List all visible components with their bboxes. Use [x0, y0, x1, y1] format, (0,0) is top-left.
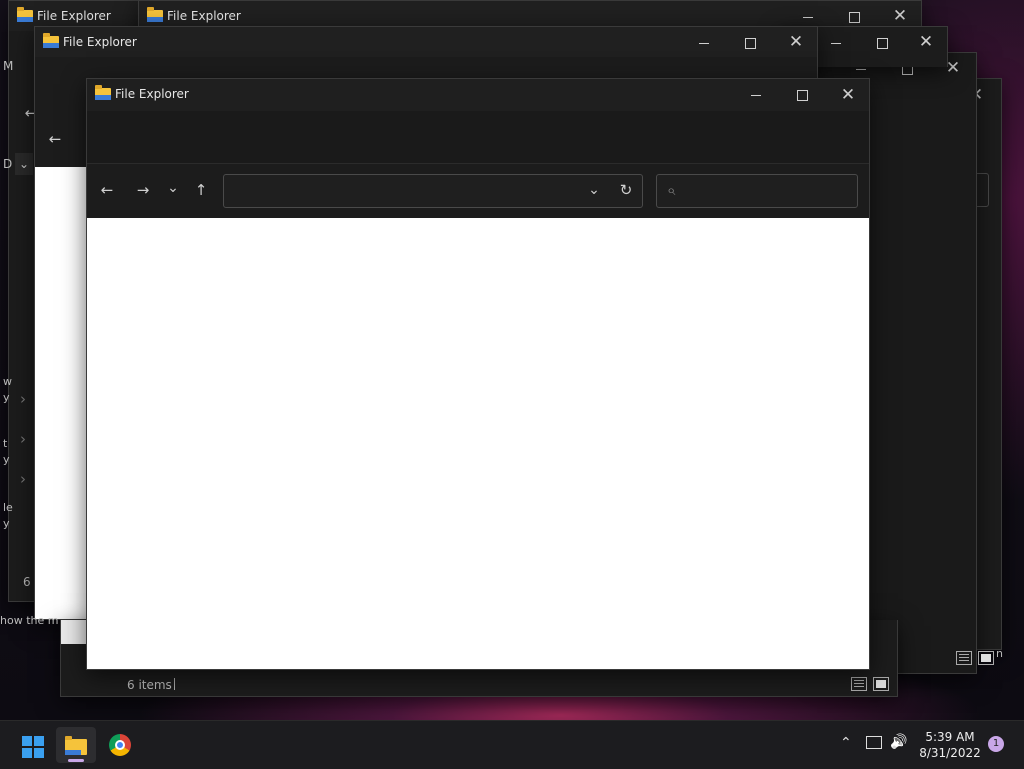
- tiles-view-icon[interactable]: [978, 651, 994, 665]
- folder-icon: [65, 736, 87, 755]
- active-indicator: [68, 759, 84, 762]
- fragment-text: t: [3, 437, 8, 450]
- clock-time: 5:39 AM: [925, 730, 975, 744]
- title: File Explorer: [147, 7, 241, 23]
- search-box[interactable]: ⌕: [656, 174, 858, 208]
- chevron-right-icon[interactable]: ›: [13, 469, 33, 489]
- close-button[interactable]: ✕: [773, 28, 819, 56]
- details-view-icon[interactable]: [956, 651, 972, 665]
- address-dropdown-button[interactable]: ⌄: [584, 180, 604, 200]
- close-button[interactable]: ✕: [825, 81, 871, 109]
- folder-icon: [95, 85, 111, 100]
- ribbon: [87, 111, 869, 163]
- windows-logo-icon: [22, 736, 44, 758]
- minimize-button[interactable]: [733, 81, 779, 109]
- fragment-text: y: [3, 453, 10, 466]
- close-icon: ✕: [892, 6, 908, 26]
- minimize-button[interactable]: [813, 29, 859, 57]
- back-icon[interactable]: ←: [45, 129, 65, 149]
- folder-icon: [43, 33, 59, 48]
- chevron-up-icon: ⌃: [840, 735, 852, 751]
- title: File Explorer: [43, 33, 137, 49]
- expand-button[interactable]: ⌄: [15, 153, 33, 175]
- forward-icon: →: [136, 181, 150, 199]
- folder-icon: [17, 7, 33, 22]
- divider: [174, 678, 175, 690]
- chevron-right-icon[interactable]: ›: [13, 429, 33, 449]
- hint-text: how the m: [0, 614, 59, 627]
- tiles-view-icon[interactable]: [873, 677, 889, 691]
- taskbar-chrome[interactable]: [100, 727, 140, 763]
- fragment-text: y: [3, 391, 10, 404]
- maximize-button[interactable]: [727, 29, 773, 57]
- fragment-text: n: [996, 647, 1003, 660]
- details-view-icon[interactable]: [851, 677, 867, 691]
- fragment-text: w: [3, 375, 12, 388]
- close-icon: ✕: [840, 85, 856, 105]
- status-item-count: 6 items: [127, 678, 172, 692]
- window-title: File Explorer: [167, 9, 241, 23]
- window-title: File Explorer: [115, 87, 189, 101]
- window-title: File Explorer: [37, 9, 111, 23]
- fragment-text: D: [3, 157, 13, 171]
- notification-badge[interactable]: 1: [988, 736, 1004, 752]
- fragment-text: M: [3, 59, 14, 73]
- forward-button[interactable]: →: [133, 180, 153, 200]
- title: File Explorer: [17, 7, 111, 23]
- taskbar: ⌃ ▭ 🔊 5:39 AM 8/31/2022 1: [0, 720, 1024, 769]
- refresh-button[interactable]: ↻: [616, 180, 636, 200]
- network-icon[interactable]: ▭: [866, 736, 882, 749]
- close-icon: ✕: [918, 32, 934, 52]
- folder-icon: [147, 7, 163, 22]
- speaker-icon[interactable]: 🔊: [890, 734, 907, 750]
- maximize-button[interactable]: [859, 29, 905, 57]
- back-button[interactable]: ←: [97, 180, 117, 200]
- close-icon: ✕: [945, 58, 961, 78]
- close-button[interactable]: ✕: [903, 28, 949, 56]
- clock-date: 8/31/2022: [919, 746, 981, 760]
- maximize-button[interactable]: [779, 81, 825, 109]
- up-arrow-icon: ↑: [194, 181, 208, 199]
- up-button[interactable]: ↑: [191, 180, 211, 200]
- recent-locations-button[interactable]: ⌄: [163, 178, 183, 198]
- refresh-icon: ↻: [619, 181, 633, 199]
- title: File Explorer: [95, 85, 189, 101]
- chrome-icon: [109, 734, 131, 756]
- search-icon: ⌕: [667, 181, 676, 199]
- chevron-right-icon[interactable]: ›: [13, 389, 33, 409]
- taskbar-clock[interactable]: 5:39 AM 8/31/2022: [914, 729, 986, 761]
- start-button[interactable]: [12, 727, 52, 763]
- chevron-down-icon: ⌄: [588, 182, 600, 198]
- titlebar[interactable]: File Explorer ✕: [87, 79, 869, 111]
- content-area: [61, 620, 87, 644]
- navigation-bar: ← → ⌄ ↑ ⌄ ↻ ⌕: [87, 163, 869, 218]
- titlebar[interactable]: File Explorer ✕: [35, 27, 817, 57]
- close-icon: ✕: [788, 32, 804, 52]
- chevron-down-icon: ⌄: [18, 157, 30, 171]
- back-icon: ←: [100, 181, 114, 199]
- window-title: File Explorer: [63, 35, 137, 49]
- chevron-down-icon: ⌄: [167, 180, 179, 196]
- explorer-window-front[interactable]: File Explorer ✕ ← → ⌄ ↑ ⌄ ↻ ⌕: [86, 78, 870, 670]
- fragment-text: le: [3, 501, 13, 514]
- address-bar[interactable]: ⌄ ↻: [223, 174, 643, 208]
- content-area[interactable]: [87, 218, 869, 669]
- show-hidden-icons-button[interactable]: ⌃: [840, 735, 852, 751]
- taskbar-file-explorer[interactable]: [56, 727, 96, 763]
- fragment-text: y: [3, 517, 10, 530]
- minimize-button[interactable]: [681, 29, 727, 57]
